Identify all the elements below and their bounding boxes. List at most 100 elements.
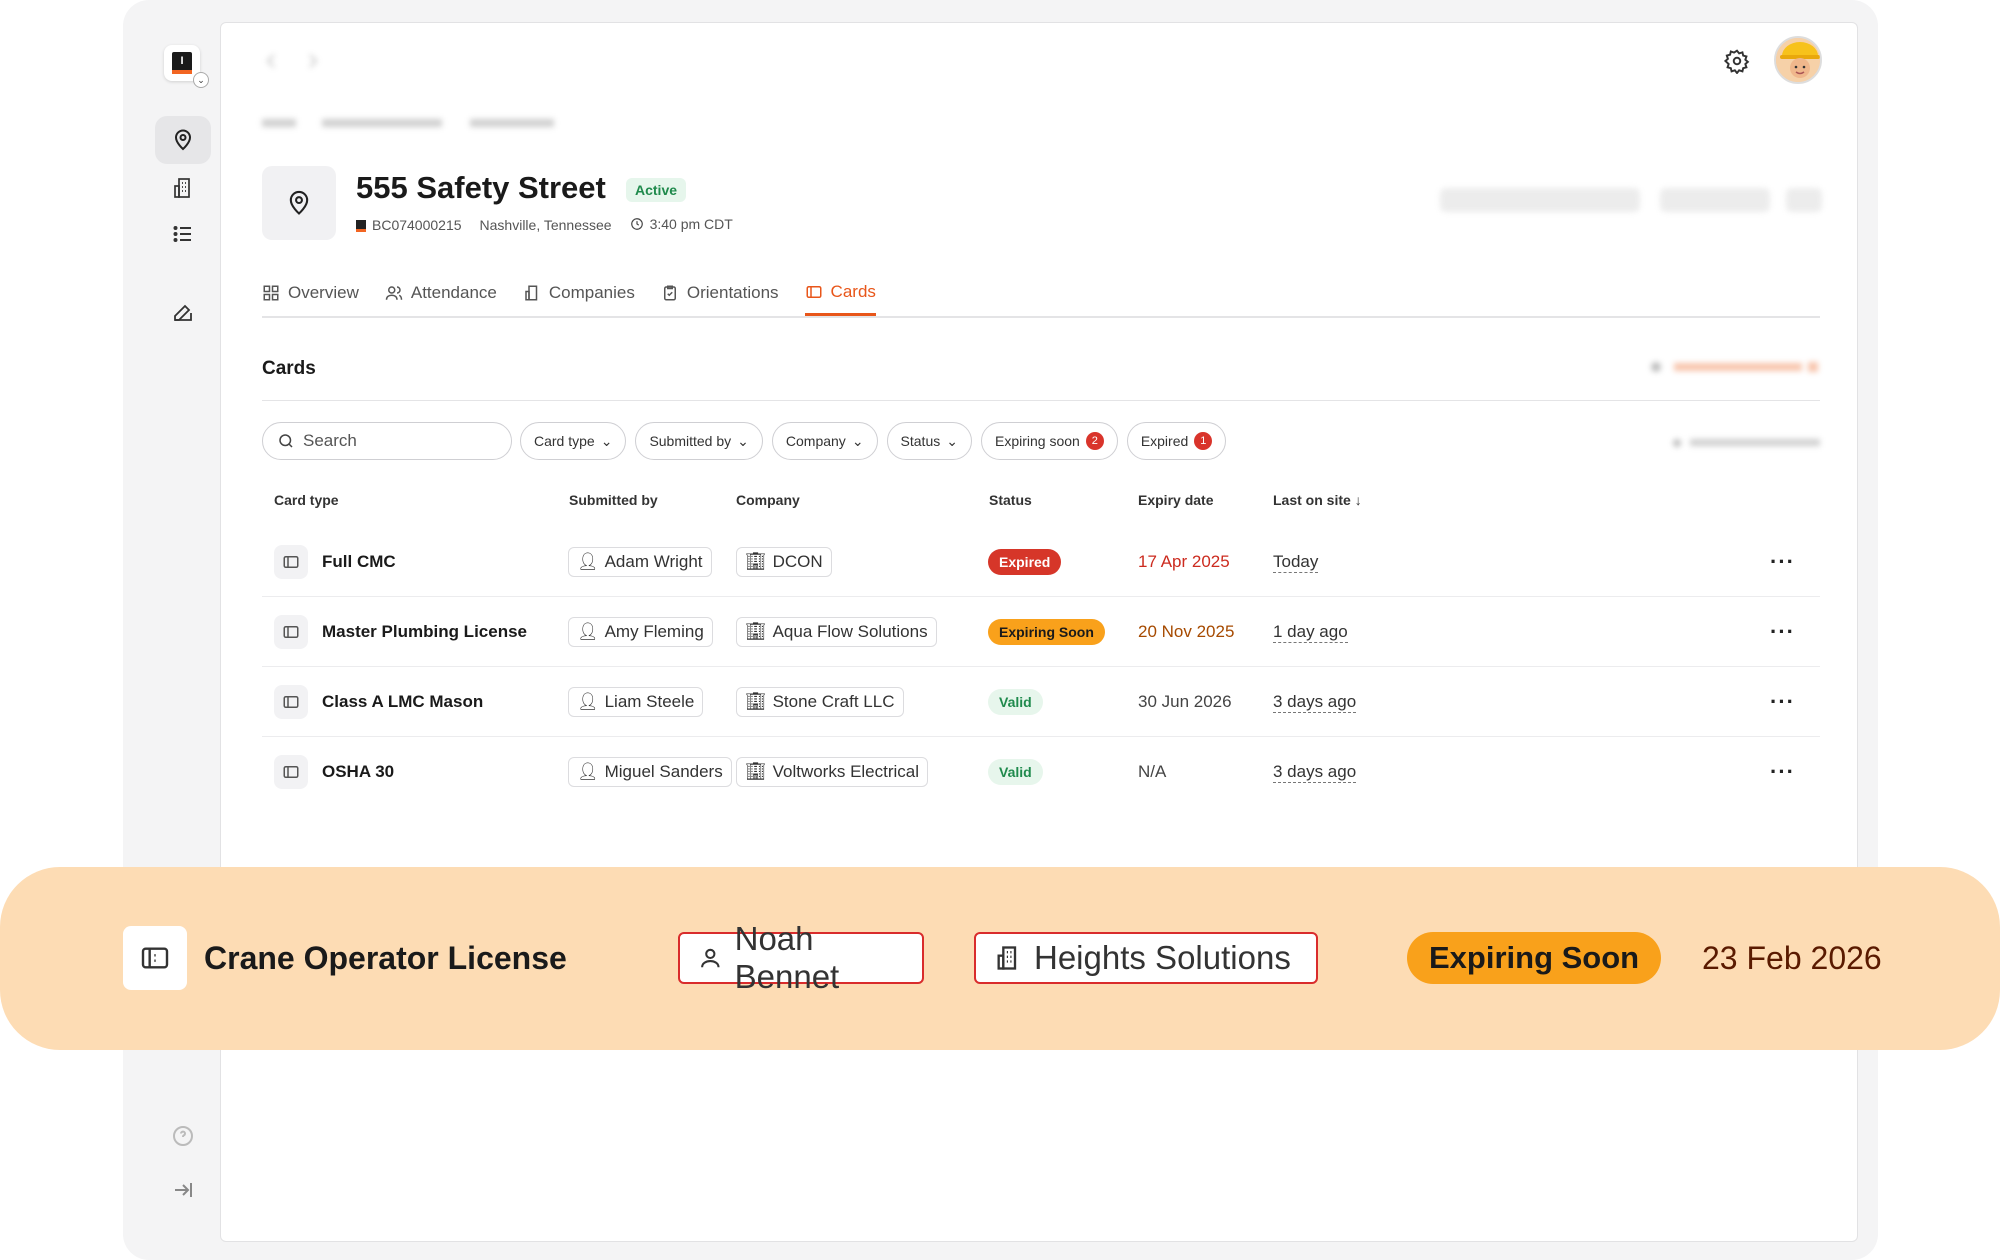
search-placeholder: Search [303,431,357,450]
settings-gear-icon[interactable] [1724,48,1750,74]
user-avatar[interactable] [1774,36,1822,84]
collapse-icon [175,1183,192,1197]
table-row[interactable]: Full CMC 👤︎ Adam Wright 🏢︎ DCON Expired 17… [262,527,1820,597]
building-icon [525,285,538,301]
code-flag-icon [356,220,366,233]
filter-company[interactable]: Company ⌄ [771,422,878,460]
tab-bar: Overview Attendance Companies Orientatio… [262,270,1820,318]
submitter-name: Miguel Sanders [604,762,723,781]
filter-submitted-by[interactable]: Submitted by ⌄ [635,422,763,460]
actions-placeholder-icon [1440,188,1822,212]
highlight-company-pill[interactable]: Heights Solutions [974,932,1318,984]
tab-label: Attendance [410,283,497,302]
chevron-down-icon: ⌄ [600,432,613,449]
submitter-name: Adam Wright [604,552,703,571]
breadcrumb-placeholder-icon [262,119,554,127]
highlight-submitter-name: Noah Bennet [734,920,840,995]
history-nav[interactable] [262,52,322,75]
filter-card-type[interactable]: Card type ⌄ [520,422,627,460]
logo-mark: I [172,52,192,74]
card-icon [123,926,187,990]
site-meta: BC074000215 Nashville, Tennessee 3:40 pm… [356,216,733,234]
table-row[interactable]: OSHA 30 👤︎ Miguel Sanders 🏢︎ Voltworks Ele… [262,737,1820,807]
submitter-pill[interactable]: 👤︎ Amy Fleming [568,617,713,647]
company-pill[interactable]: 🏢︎ Voltworks Electrical [736,757,929,787]
row-menu-icon[interactable]: ··· [1770,689,1795,715]
tab-label: Orientations [686,283,779,302]
chevron-down-icon: ⌄ [851,432,864,449]
company-name: Stone Craft LLC [772,692,895,711]
site-code-text: BC074000215 [372,216,462,233]
card-icon [274,685,308,719]
rail-item-list[interactable] [155,210,211,258]
tab-cards[interactable]: Cards [804,270,876,316]
rail-item-sites[interactable] [155,116,211,164]
status-badge: Valid [988,759,1043,785]
rail-item-companies[interactable] [155,164,211,212]
rail-item-edit[interactable] [155,288,211,336]
card-type-name: Class A LMC Mason [322,692,484,711]
chevron-down-icon: ⌄ [946,432,958,449]
submitter-pill[interactable]: 👤︎ Adam Wright [568,547,712,577]
highlight-submitter-pill[interactable]: Noah Bennet [678,920,924,995]
status-badge: Expired [988,549,1062,575]
view-daily-log-link[interactable] [1650,360,1820,379]
filter-label: Expiring soon [994,433,1080,449]
search-icon [279,434,293,448]
submitter-pill[interactable]: 👤︎ Liam Steele [568,687,704,717]
highlight-card-type: Crane Operator License [204,940,567,976]
location-pin-icon [174,129,192,151]
workspace-switch-chevron-icon[interactable]: ⌄ [193,72,209,88]
column-header-expiry-date[interactable]: Expiry date [1138,492,1213,508]
status-badge: Expiring Soon [988,619,1105,645]
company-pill[interactable]: 🏢︎ Stone Craft LLC [736,687,904,717]
sort-down-arrow-icon: ↓ [1354,492,1362,508]
highlight-expiry-date: 23 Feb 2026 [1702,940,1882,976]
row-menu-icon[interactable]: ··· [1770,619,1795,645]
tab-overview[interactable]: Overview [262,270,359,316]
site-code: BC074000215 [356,217,462,233]
last-synced [1672,436,1822,454]
help-icon [173,1126,193,1146]
expiry-date: 30 Jun 2026 [1138,692,1232,711]
tab-attendance[interactable]: Attendance [385,270,497,316]
site-time-text: 3:40 pm CDT [649,216,733,232]
filter-label: Company [785,433,846,449]
last-on-site: 3 days ago [1273,691,1357,713]
last-on-site: 1 day ago [1273,621,1348,643]
card-icon [274,615,308,649]
tab-label: Companies [548,283,635,302]
filter-expiring-soon[interactable]: Expiring soon 2 [980,422,1118,460]
header-actions[interactable] [1430,180,1830,220]
row-menu-icon[interactable]: ··· [1770,759,1795,785]
column-header-card-type[interactable]: Card type [274,492,339,508]
column-header-last-on-site[interactable]: Last on site ↓ [1273,492,1362,508]
breadcrumb[interactable] [262,116,562,133]
table-row[interactable]: Master Plumbing License 👤︎ Amy Fleming 🏢︎… [262,597,1820,667]
rail-item-collapse[interactable] [155,1166,211,1214]
tab-companies[interactable]: Companies [523,270,635,316]
tab-orientations[interactable]: Orientations [661,270,779,316]
expiry-date: N/A [1138,762,1167,781]
submitter-name: Liam Steele [604,692,695,711]
column-header-submitted-by[interactable]: Submitted by [569,492,658,508]
building-icon: 🏢︎ [745,552,767,571]
filter-label: Submitted by [649,433,732,449]
company-pill[interactable]: 🏢︎ Aqua Flow Solutions [736,617,937,647]
card-type-name: Full CMC [322,552,396,571]
person-icon: 👤︎ [577,622,599,641]
building-icon: 🏢︎ [745,692,767,711]
column-header-company[interactable]: Company [736,492,800,508]
company-pill[interactable]: 🏢︎ DCON [736,547,832,577]
filter-bar: Card type ⌄ Submitted by ⌄ Company ⌄ Status… [520,422,1227,460]
column-header-status[interactable]: Status [989,492,1032,508]
filter-status[interactable]: Status ⌄ [886,422,972,460]
filter-count-badge: 2 [1085,432,1104,450]
submitter-pill[interactable]: 👤︎ Miguel Sanders [568,757,732,787]
row-menu-icon[interactable]: ··· [1770,549,1795,575]
table-row[interactable]: Class A LMC Mason 👤︎ Liam Steele 🏢︎ Stone … [262,667,1820,737]
filter-label: Card type [534,433,595,449]
rail-item-help[interactable] [155,1112,211,1160]
search-input[interactable]: Search [262,422,512,460]
filter-expired[interactable]: Expired 1 [1126,422,1227,460]
